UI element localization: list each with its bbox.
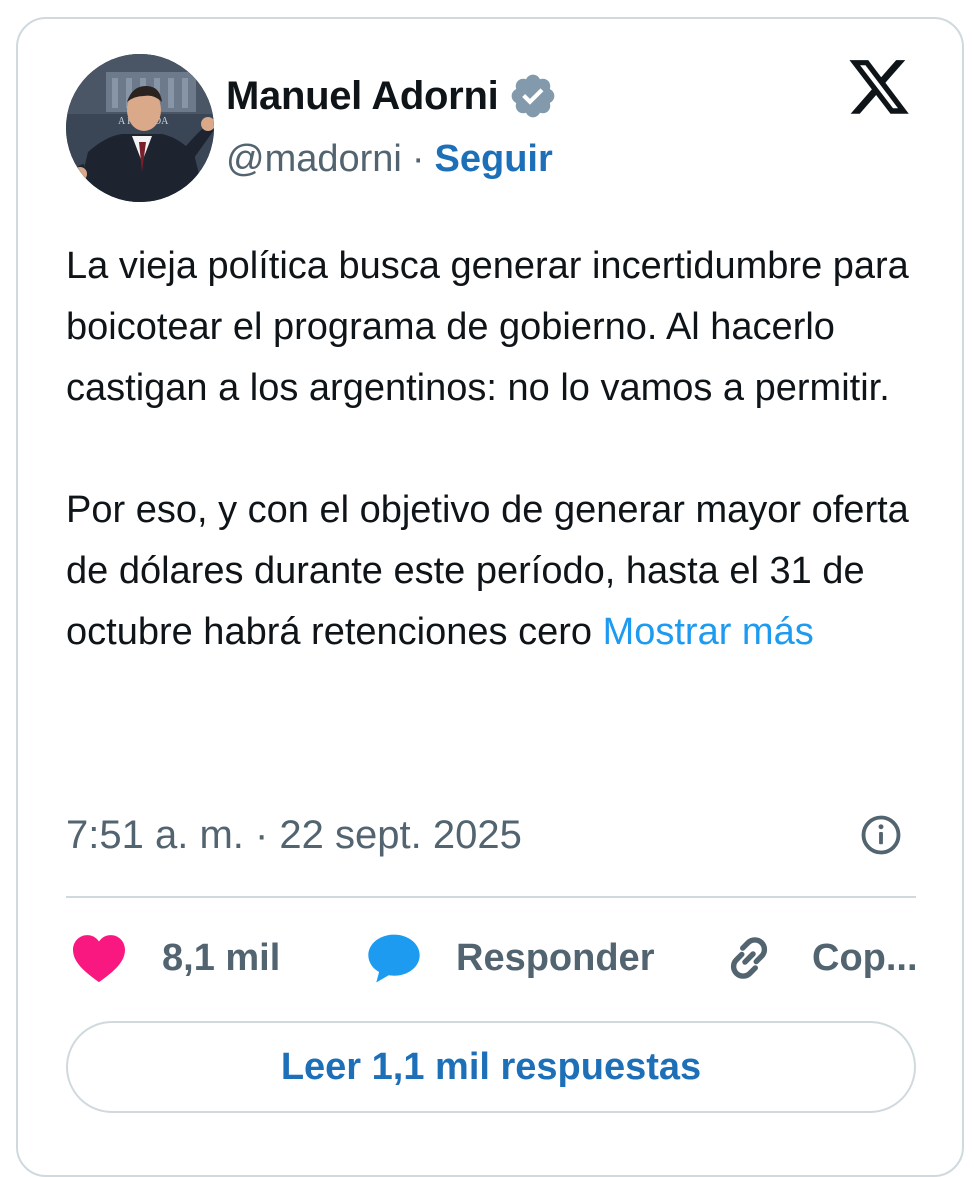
copy-label: Cop... [812,936,918,979]
x-logo-icon[interactable] [846,60,912,122]
reply-button[interactable]: Responder [366,926,654,990]
link-icon [730,937,768,979]
author-name-row: Manuel Adorni [226,70,558,122]
author-handle-row: @madorni · Seguir [226,134,553,184]
like-button[interactable]: 8,1 mil [70,926,280,990]
post-text: La vieja política busca generar incertid… [66,236,926,663]
read-replies-button[interactable]: Leer 1,1 mil respuestas [66,1021,916,1113]
like-count: 8,1 mil [162,936,281,979]
read-replies-label: Leer 1,1 mil respuestas [280,1045,702,1088]
avatar-photo: A ROSADA [66,54,214,202]
verified-badge-icon [512,74,555,118]
copy-link-button[interactable]: Cop... [722,926,918,990]
reply-label: Responder [456,936,655,979]
divider [66,896,916,898]
post-paragraph-2: Por eso, y con el objetivo de generar ma… [66,480,926,663]
post-paragraph-1: La vieja política busca generar incertid… [66,245,909,409]
show-more-link[interactable]: Mostrar más [603,611,814,653]
author-handle[interactable]: @madorni [226,138,402,181]
separator-dot: · [411,137,425,180]
follow-button[interactable]: Seguir [435,138,553,181]
reply-bubble-icon [368,934,420,983]
info-icon[interactable] [860,814,902,856]
heart-icon [73,935,125,983]
avatar[interactable]: A ROSADA [66,54,214,202]
author-display-name[interactable]: Manuel Adorni [226,74,499,119]
post-timestamp[interactable]: 7:51 a. m. · 22 sept. 2025 [66,808,522,862]
